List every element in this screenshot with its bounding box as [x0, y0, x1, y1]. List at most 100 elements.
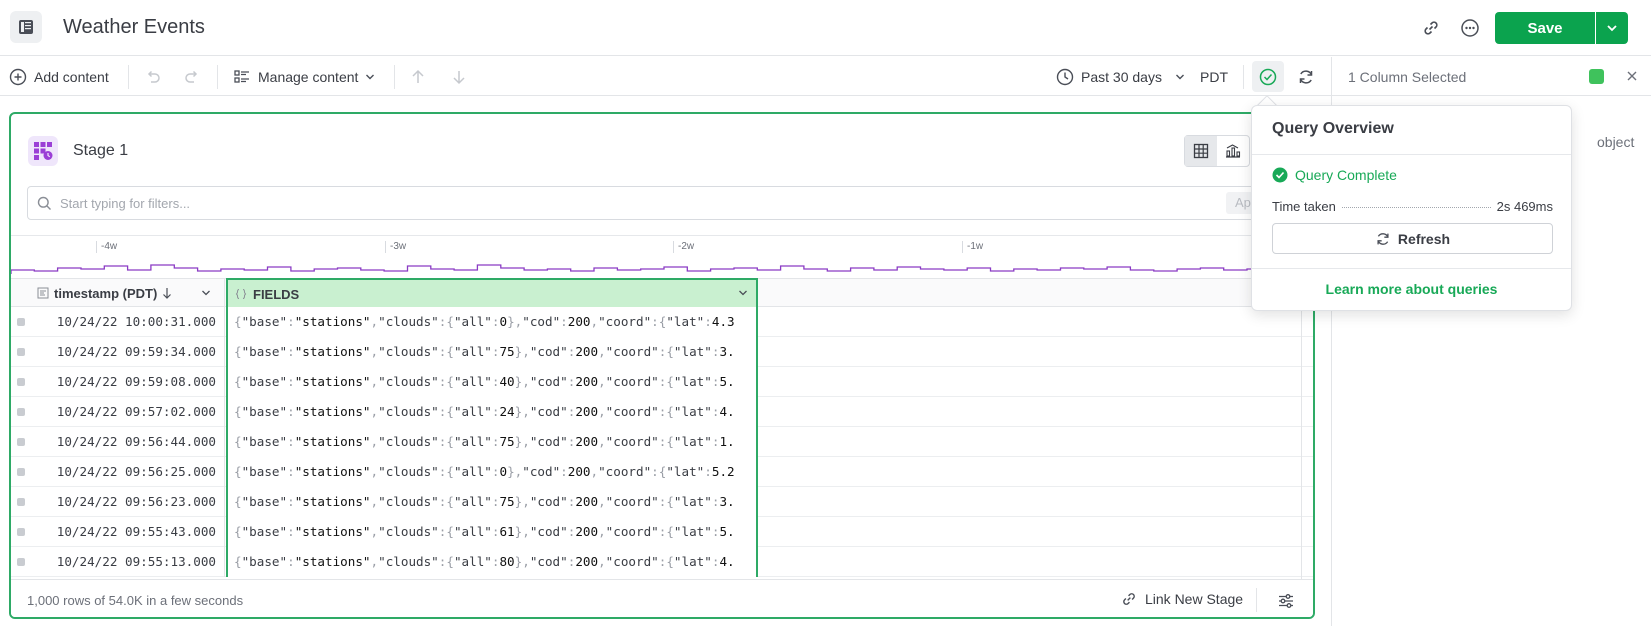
fields-cell[interactable]: {"base":"stations","clouds":{"all":80},"… [226, 547, 758, 577]
table-row[interactable]: 10/24/22 09:55:43.000 {"base":"stations",… [11, 517, 1313, 547]
row-select-handle[interactable] [17, 378, 25, 386]
json-value: 3. [719, 344, 735, 359]
app-menu-button[interactable] [10, 11, 42, 43]
save-button[interactable]: Save [1495, 12, 1595, 44]
query-status-button[interactable] [1252, 61, 1284, 92]
fields-cell[interactable]: {"base":"stations","clouds":{"all":0},"c… [226, 307, 758, 337]
json-value: 75 [499, 494, 515, 509]
json-value: 4. [719, 554, 735, 569]
close-inspector-button[interactable] [1624, 68, 1640, 84]
link-new-stage-button[interactable]: Link New Stage [1121, 591, 1243, 607]
manage-content-button[interactable]: Manage content [233, 57, 375, 96]
row-select-handle[interactable] [17, 468, 25, 476]
json-key: "clouds" [378, 344, 439, 359]
column-header-timestamp[interactable]: timestamp (PDT) [31, 279, 225, 307]
filter-bar[interactable]: Start typing for filters... Apply [27, 186, 1313, 220]
json-key: "cod" [529, 524, 568, 539]
fields-cell[interactable]: {"base":"stations","clouds":{"all":75},"… [226, 487, 758, 517]
add-content-button[interactable]: Add content [9, 57, 109, 96]
fields-cell[interactable]: {"base":"stations","clouds":{"all":75},"… [226, 337, 758, 367]
json-value: 3. [719, 494, 735, 509]
timezone-selector[interactable]: PDT [1200, 57, 1228, 96]
chart-view-button[interactable] [1217, 136, 1249, 166]
view-mode-toggle [1184, 135, 1250, 167]
chevron-down-icon [1607, 25, 1617, 32]
timestamp-cell[interactable]: 10/24/22 09:56:23.000 [31, 487, 225, 517]
json-punctuation: :{ [438, 404, 454, 419]
sliders-icon[interactable] [1277, 592, 1295, 610]
move-up-button[interactable] [410, 57, 426, 96]
timestamp-cell[interactable]: 10/24/22 09:59:34.000 [31, 337, 225, 367]
timestamp-cell[interactable]: 10/24/22 09:56:44.000 [31, 427, 225, 457]
json-key: "cod" [529, 404, 568, 419]
json-key: "coord" [605, 344, 659, 359]
more-options-button[interactable] [1458, 16, 1482, 40]
json-key: "coord" [598, 464, 652, 479]
json-key: "cod" [529, 494, 568, 509]
fields-cell[interactable]: {"base":"stations","clouds":{"all":24},"… [226, 397, 758, 427]
timestamp-cell[interactable]: 10/24/22 09:55:43.000 [31, 517, 225, 547]
refresh-button[interactable]: Refresh [1272, 223, 1553, 254]
fields-cell[interactable]: {"base":"stations","clouds":{"all":61},"… [226, 517, 758, 547]
fields-cell[interactable]: {"base":"stations","clouds":{"all":75},"… [226, 427, 758, 457]
arrow-up-icon [412, 69, 424, 83]
json-punctuation: { [234, 374, 242, 389]
row-select-handle[interactable] [17, 408, 25, 416]
json-key: "lat" [673, 434, 712, 449]
column-color-swatch[interactable] [1589, 69, 1604, 84]
refresh-label: Refresh [1397, 230, 1451, 247]
table-row[interactable]: 10/24/22 09:57:02.000 {"base":"stations",… [11, 397, 1313, 427]
sort-descending-icon[interactable] [162, 287, 172, 299]
json-key: "clouds" [378, 374, 439, 389]
column-header-fields[interactable]: FIELDS [226, 278, 758, 308]
page-title: Weather Events [63, 16, 205, 38]
json-value: 40 [499, 374, 515, 389]
share-link-button[interactable] [1419, 16, 1443, 40]
table-row[interactable]: 10/24/22 09:59:34.000 {"base":"stations",… [11, 337, 1313, 367]
table-row[interactable]: 10/24/22 09:56:25.000 {"base":"stations",… [11, 457, 1313, 487]
timestamp-cell[interactable]: 10/24/22 09:59:08.000 [31, 367, 225, 397]
json-punctuation: , [598, 404, 606, 419]
time-range-picker[interactable]: Past 30 days [1056, 57, 1185, 96]
row-select-handle[interactable] [17, 498, 25, 506]
fields-cell[interactable]: {"base":"stations","clouds":{"all":0},"c… [226, 457, 758, 487]
table-row[interactable]: 10/24/22 09:56:44.000 {"base":"stations",… [11, 427, 1313, 457]
undo-button[interactable] [144, 57, 162, 96]
redo-button[interactable] [183, 57, 201, 96]
timestamp-cell[interactable]: 10/24/22 10:00:31.000 [31, 307, 225, 337]
table-row[interactable]: 10/24/22 09:59:08.000 {"base":"stations",… [11, 367, 1313, 397]
timestamp-cell[interactable]: 10/24/22 09:57:02.000 [31, 397, 225, 427]
run-query-button[interactable] [1297, 57, 1315, 96]
row-select-handle[interactable] [17, 558, 25, 566]
json-value: "stations" [294, 494, 371, 509]
chevron-down-icon[interactable] [738, 288, 748, 298]
row-select-handle[interactable] [17, 318, 25, 326]
json-key: "base" [241, 554, 288, 569]
json-punctuation: { [234, 404, 242, 419]
fields-cell[interactable]: {"base":"stations","clouds":{"all":40},"… [226, 367, 758, 397]
json-punctuation: { [234, 524, 242, 539]
json-punctuation: }, [514, 404, 530, 419]
row-select-handle[interactable] [17, 438, 25, 446]
row-select-handle[interactable] [17, 528, 25, 536]
json-value: "stations" [294, 434, 371, 449]
json-key: "coord" [598, 314, 652, 329]
filter-input[interactable]: Start typing for filters... [60, 196, 190, 211]
row-select-handle[interactable] [17, 348, 25, 356]
learn-more-link[interactable]: Learn more about queries [1252, 281, 1571, 297]
scroll-track[interactable] [1301, 307, 1302, 579]
chevron-down-icon[interactable] [201, 288, 211, 298]
json-value: "stations" [294, 524, 371, 539]
json-punctuation: :{ [658, 434, 674, 449]
refresh-icon [1299, 69, 1313, 84]
table-row[interactable]: 10/24/22 09:55:13.000 {"base":"stations",… [11, 547, 1313, 577]
timestamp-cell[interactable]: 10/24/22 09:55:13.000 [31, 547, 225, 577]
move-down-button[interactable] [451, 57, 467, 96]
table-row[interactable]: 10/24/22 10:00:31.000 {"base":"stations",… [11, 307, 1313, 337]
save-options-button[interactable] [1596, 12, 1628, 44]
timestamp-cell[interactable]: 10/24/22 09:56:25.000 [31, 457, 225, 487]
event-timeline[interactable]: -4w -3w -2w -1w [11, 235, 1313, 279]
table-row[interactable]: 10/24/22 09:56:23.000 {"base":"stations",… [11, 487, 1313, 517]
time-taken-row: Time taken 2s 469ms [1272, 199, 1553, 214]
table-view-button[interactable] [1185, 136, 1217, 166]
